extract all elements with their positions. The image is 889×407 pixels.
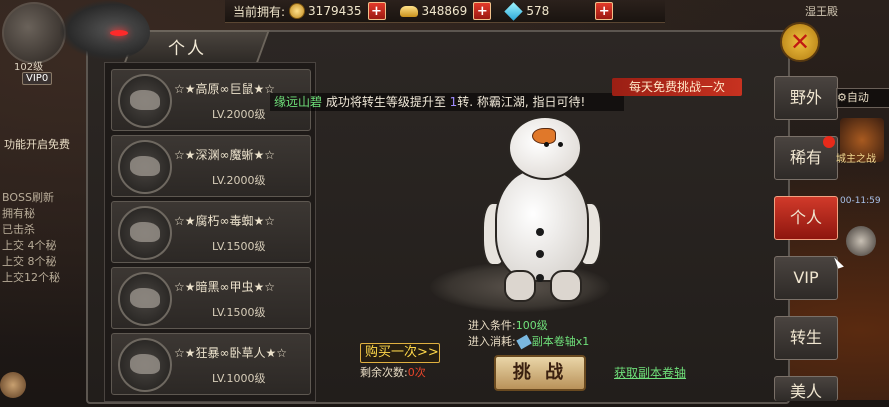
player-avatar[interactable] xyxy=(2,2,66,64)
boss-info-line: 拥有秘 xyxy=(2,207,35,220)
gold-resource: 3179435 xyxy=(289,3,362,19)
add-diamond-button[interactable]: + xyxy=(595,2,614,20)
resource-bar: 当前拥有: 3179435 + 348869 + 578 + xyxy=(225,0,665,23)
beetle-icon xyxy=(130,288,160,308)
add-gold-button[interactable]: + xyxy=(367,2,386,20)
broadcast-message: 缘远山碧 成功将转生等级提升至 1转. 称霸江湖, 指日可待! xyxy=(270,93,624,111)
panel-title: 个人 xyxy=(168,39,206,59)
ingot-resource: 348869 xyxy=(399,4,468,18)
entry-condition: 进入条件:100级 xyxy=(468,318,589,334)
get-scroll-link[interactable]: 获取副本卷轴 xyxy=(614,364,686,381)
cost-value: 副本卷轴x1 xyxy=(531,335,590,348)
boss-info-list: BOSS刷新 拥有秘 已击杀 上交 4个秘 上交 8个秘 上交12个秘 xyxy=(2,190,60,286)
ingot-amount: 348869 xyxy=(421,4,468,18)
boss-row[interactable]: ☆★深渊∞魔蜥★☆ LV.2000级 xyxy=(111,135,311,197)
snowman-button xyxy=(536,274,544,282)
function-notice[interactable]: 功能开启免费 xyxy=(4,136,70,152)
boss-row[interactable]: ☆★腐朽∞毒蜘★☆ LV.1500级 xyxy=(111,201,311,263)
remain-label: 剩余次数: xyxy=(360,366,408,379)
auto-button[interactable]: ⚙自动 xyxy=(836,88,889,108)
resource-label: 当前拥有: xyxy=(233,4,286,19)
boss-level: LV.1500级 xyxy=(212,240,266,253)
boss-info-line: 已击杀 xyxy=(2,223,35,236)
tab-personal[interactable]: 个人 xyxy=(774,196,838,240)
tab-wild[interactable]: 野外 xyxy=(774,76,838,120)
boss-portrait xyxy=(118,140,172,194)
top-right-label: 湿王殿 xyxy=(805,5,838,18)
boss-level: LV.2000级 xyxy=(212,174,266,187)
broadcast-text: 成功将转生等级提升至 xyxy=(322,95,450,109)
snowman-button xyxy=(536,250,544,258)
tab-rebirth[interactable]: 转生 xyxy=(774,316,838,360)
vip-badge[interactable]: VIP0 xyxy=(22,72,53,85)
snowman-boss-model xyxy=(480,110,610,302)
coin-icon xyxy=(289,3,306,19)
boss-name: ☆★高原∞巨鼠★☆ xyxy=(174,82,276,96)
tab-beauty[interactable]: 美人 xyxy=(774,376,838,401)
scroll-icon xyxy=(516,334,532,350)
boss-row[interactable]: ☆★狂暴∞卧草人★☆ LV.1000级 xyxy=(111,333,311,395)
tab-vip[interactable]: VIP xyxy=(774,256,838,300)
boss-info-line: BOSS刷新 xyxy=(2,191,54,204)
condition-value: 100级 xyxy=(515,319,548,332)
player-level: 102级 xyxy=(14,62,44,73)
snowman-right-leg xyxy=(550,270,582,302)
broadcast-tail: 转. 称霸江湖, 指日可待! xyxy=(457,95,586,109)
scarecrow-icon xyxy=(130,354,160,374)
challenge-button[interactable]: 挑 战 xyxy=(494,355,586,391)
city-war-time: 00-11:59 xyxy=(840,196,881,206)
remain-value: 0次 xyxy=(407,366,426,379)
boss-portrait xyxy=(118,338,172,392)
notification-dot xyxy=(823,136,835,148)
boss-name: ☆★暗黑∞甲虫★☆ xyxy=(174,280,276,294)
boss-name: ☆★狂暴∞卧草人★☆ xyxy=(174,346,288,360)
diamond-menu-icon[interactable] xyxy=(846,226,876,256)
left-hud: 102级 VIP0 功能开启免费 BOSS刷新 拥有秘 已击杀 上交 4个秘 上… xyxy=(0,0,100,400)
boss-level: LV.1000级 xyxy=(212,372,266,385)
entry-info: 进入条件:100级 进入消耗: 副本卷轴x1 xyxy=(468,318,589,350)
dragon-eye-icon xyxy=(110,30,128,36)
broadcast-player[interactable]: 缘远山碧 xyxy=(274,95,322,109)
boss-info-line: 上交12个秘 xyxy=(2,271,60,284)
snowman-left-leg xyxy=(504,270,536,302)
boss-level: LV.1500级 xyxy=(212,306,266,319)
buy-attempt-button[interactable]: 购买一次>> xyxy=(360,343,440,363)
diamond-icon xyxy=(504,1,524,21)
close-button[interactable]: ✕ xyxy=(780,22,820,62)
diamond-resource: 578 xyxy=(504,1,550,21)
gear-icon: ⚙ xyxy=(837,91,847,104)
boss-portrait xyxy=(118,272,172,326)
diamond-amount: 578 xyxy=(526,4,550,18)
snowman-button xyxy=(536,228,544,236)
condition-label: 进入条件: xyxy=(468,319,516,332)
rat-icon xyxy=(130,90,160,110)
boss-portrait xyxy=(118,206,172,260)
snowman-eye xyxy=(558,142,563,147)
add-ingot-button[interactable]: + xyxy=(473,2,492,20)
cost-label: 进入消耗: xyxy=(468,335,516,348)
spider-icon xyxy=(130,222,160,242)
boss-info-line: 上交 4个秘 xyxy=(2,239,57,252)
boss-list[interactable]: ☆★高原∞巨鼠★☆ LV.2000级 ☆★深渊∞魔蜥★☆ LV.2000级 ☆★… xyxy=(104,62,316,402)
boss-level: LV.2000级 xyxy=(212,108,266,121)
snowman-eye xyxy=(544,142,549,147)
boss-name: ☆★腐朽∞毒蜘★☆ xyxy=(174,214,276,228)
snowman-head xyxy=(508,116,582,180)
entry-cost: 进入消耗: 副本卷轴x1 xyxy=(468,334,589,350)
daily-free-banner: 每天免费挑战一次 xyxy=(612,78,742,96)
fire-icon[interactable] xyxy=(0,372,26,398)
city-war-label: 城主之战 xyxy=(836,154,876,165)
snowman-body xyxy=(495,168,589,282)
boss-info-line: 上交 8个秘 xyxy=(2,255,57,268)
boss-portrait xyxy=(118,74,172,128)
boss-row[interactable]: ☆★暗黑∞甲虫★☆ LV.1500级 xyxy=(111,267,311,329)
auto-label: 自动 xyxy=(846,91,869,104)
gold-amount: 3179435 xyxy=(308,4,362,18)
ingot-icon xyxy=(399,5,418,17)
lizard-icon xyxy=(130,156,160,176)
boss-name: ☆★深渊∞魔蜥★☆ xyxy=(174,148,276,162)
remaining-attempts: 剩余次数:0次 xyxy=(360,364,426,380)
